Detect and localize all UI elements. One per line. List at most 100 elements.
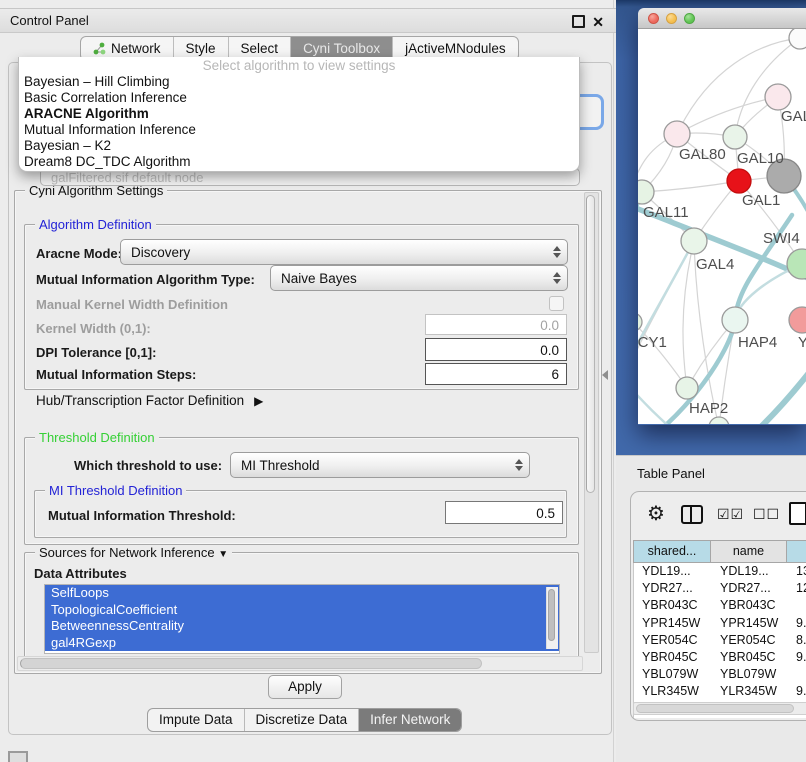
node-gal10-label: GAL10 — [737, 150, 784, 167]
aracne-mode-label: Aracne Mode: — [36, 246, 122, 261]
table-row[interactable]: YPR145WYPR145W9. — [634, 615, 806, 632]
algorithm-item-basic-correlation-inference[interactable]: Basic Correlation Inference — [19, 90, 579, 106]
algorithm-placeholder: Select algorithm to view settings — [19, 57, 579, 74]
bottom-tab-discretize-data[interactable]: Discretize Data — [244, 709, 359, 731]
manual-kernel-width-checkbox[interactable] — [549, 296, 564, 311]
algorithm-item-aracne-algorithm[interactable]: ARACNE Algorithm — [19, 106, 579, 122]
algorithm-item-mutual-information-inference[interactable]: Mutual Information Inference — [19, 122, 579, 138]
bottom-tab-infer-network[interactable]: Infer Network — [358, 709, 461, 731]
mi-threshold-definition-title: MI Threshold Definition — [45, 483, 186, 498]
node-swi4[interactable] — [787, 249, 806, 279]
bottom-tab-impute-data[interactable]: Impute Data — [148, 709, 244, 731]
algorithm-item-dream8-dc-tdc-algorithm[interactable]: Dream8 DC_TDC Algorithm — [19, 154, 579, 170]
algorithm-item-bayesian-hill-climbing[interactable]: Bayesian – Hill Climbing — [19, 74, 579, 90]
network-edge[interactable] — [642, 181, 739, 192]
data-attributes-list[interactable]: SelfLoopsTopologicalCoefficientBetweenne… — [44, 584, 560, 654]
node-hap4[interactable] — [722, 307, 748, 333]
float-window-icon[interactable] — [572, 15, 585, 28]
node-table: shared...nameA YDL19...YDL19...13YDR27..… — [633, 540, 806, 718]
node-gal1-label: GAL1 — [742, 192, 780, 209]
minimize-traffic-icon[interactable] — [666, 13, 677, 24]
mi-threshold-label: Mutual Information Threshold: — [48, 508, 236, 523]
table-row[interactable]: YDR27...YDR27...12 — [634, 580, 806, 597]
gear-icon[interactable]: ⚙ — [647, 501, 665, 526]
table-cell: YBR045C — [634, 649, 712, 666]
mi-steps-label: Mutual Information Steps: — [36, 367, 196, 382]
table-horizontal-scrollbar[interactable] — [633, 702, 806, 715]
network-canvas[interactable]: GALGAL80GAL10GAL1GAL11SWI4GAL4GCY1HAP4YH… — [638, 29, 806, 424]
threshold-definition-title: Threshold Definition — [35, 430, 159, 445]
table-row[interactable]: YBR043CYBR043C — [634, 597, 806, 614]
network-edge[interactable] — [683, 241, 694, 388]
table-row[interactable]: YDL19...YDL19...13 — [634, 563, 806, 580]
column-header-a[interactable]: A — [787, 540, 806, 563]
table-row[interactable]: YLR345WYLR345W9. — [634, 683, 806, 700]
network-view-window[interactable]: GALGAL80GAL10GAL1GAL11SWI4GAL4GCY1HAP4YH… — [638, 8, 806, 425]
table-cell: YBR045C — [712, 649, 788, 666]
control-panel-title: Control Panel — [10, 13, 89, 28]
table-cell: 9. — [788, 615, 806, 632]
columns-icon[interactable] — [681, 505, 703, 524]
algorithm-item-bayesian-k2[interactable]: Bayesian – K2 — [19, 138, 579, 154]
document-icon[interactable] — [789, 502, 806, 525]
close-icon[interactable]: ✕ — [592, 11, 604, 34]
network-window-titlebar[interactable] — [638, 8, 806, 29]
close-traffic-icon[interactable] — [648, 13, 659, 24]
bottom-corner-icon[interactable] — [8, 751, 28, 762]
settings-vertical-scrollbar[interactable] — [584, 192, 599, 653]
kernel-width-label: Kernel Width (0,1): — [36, 321, 151, 336]
mi-algorithm-type-select[interactable]: Naive Bayes — [270, 265, 568, 291]
node-y-right[interactable] — [789, 307, 806, 333]
which-threshold-select[interactable]: MI Threshold — [230, 452, 530, 478]
node-gal4-label: GAL4 — [696, 256, 734, 273]
attribute-item-betweennesscentrality[interactable]: BetweennessCentrality — [45, 618, 559, 635]
table-row[interactable]: YBL079WYBL079W — [634, 666, 806, 683]
table-row[interactable]: YBR045CYBR045C9. — [634, 649, 806, 666]
aracne-mode-select[interactable]: Discovery — [120, 239, 568, 265]
attribute-item-gal4rgexp[interactable]: gal4RGexp — [45, 635, 559, 652]
collapse-panel-arrow-icon[interactable] — [602, 370, 608, 380]
node-gal-right[interactable] — [765, 84, 791, 110]
mi-algorithm-type-value: Naive Bayes — [281, 271, 552, 286]
select-all-checks-icon[interactable]: ☑☑ — [717, 506, 744, 523]
dpi-tolerance-input[interactable]: 0.0 — [425, 338, 567, 361]
hub-transcription-factor-expander[interactable]: Hub/Transcription Factor Definition▶ — [36, 393, 263, 408]
node-gcy1[interactable] — [638, 313, 642, 331]
cytoscape-desktop: GALGAL80GAL10GAL1GAL11SWI4GAL4GCY1HAP4YH… — [616, 0, 806, 455]
table-panel-title: Table Panel — [637, 466, 705, 481]
apply-button[interactable]: Apply — [268, 675, 342, 699]
attribute-item-topologicalcoefficient[interactable]: TopologicalCoefficient — [45, 602, 559, 619]
table-cell: YLR345W — [712, 683, 788, 700]
table-cell: YDL19... — [712, 563, 788, 580]
table-cell: 9. — [788, 683, 806, 700]
node-gcy1-label: GCY1 — [638, 334, 667, 351]
table-cell: YLR345W — [634, 683, 712, 700]
mi-steps-input[interactable]: 6 — [425, 363, 567, 385]
deselect-all-checks-icon[interactable]: ☐☐ — [753, 506, 780, 523]
table-panel-region: Table Panel ⚙ ☑☑ ☐☐ shared...nameA YDL19… — [616, 455, 806, 762]
node-gal10[interactable] — [723, 125, 747, 149]
table-row[interactable]: YER054CYER054C8. — [634, 632, 806, 649]
settings-horizontal-scrollbar[interactable] — [17, 656, 583, 671]
node-top-partial[interactable] — [789, 29, 806, 49]
table-cell: YBL079W — [634, 666, 712, 683]
list-scrollbar[interactable] — [546, 587, 558, 649]
column-header-shared[interactable]: shared... — [633, 540, 711, 563]
node-gal-right-label: GAL — [781, 108, 806, 125]
mi-threshold-input[interactable]: 0.5 — [445, 501, 563, 524]
network-edge[interactable] — [748, 369, 806, 424]
node-gal80[interactable] — [664, 121, 690, 147]
table-cell: 9. — [788, 649, 806, 666]
column-header-name[interactable]: name — [711, 540, 787, 563]
table-cell: YDR27... — [634, 580, 712, 597]
node-hap2[interactable] — [676, 377, 698, 399]
node-gal4[interactable] — [681, 228, 707, 254]
kernel-width-input[interactable]: 0.0 — [425, 314, 567, 335]
node-gal1[interactable] — [727, 169, 751, 193]
sources-group-title[interactable]: Sources for Network Inference ▼ — [35, 545, 232, 560]
mi-algorithm-type-label: Mutual Information Algorithm Type: — [36, 272, 255, 287]
zoom-traffic-icon[interactable] — [684, 13, 695, 24]
table-cell: YER054C — [712, 632, 788, 649]
attribute-item-selfloops[interactable]: SelfLoops — [45, 585, 559, 602]
node-bottom-partial[interactable] — [709, 417, 729, 424]
